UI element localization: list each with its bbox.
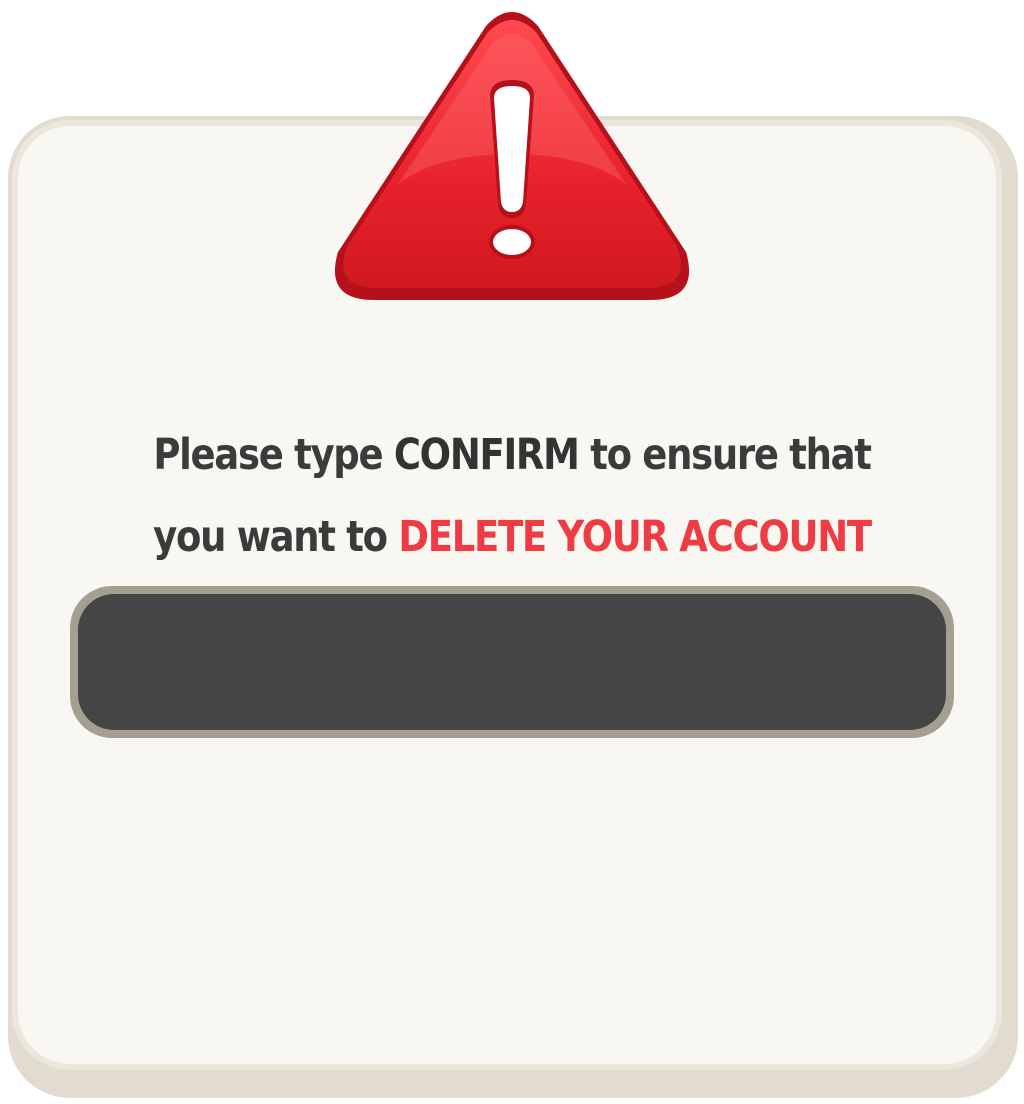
warning-triangle-icon — [334, 12, 690, 300]
confirm-message: Please type CONFIRM to ensure that you w… — [123, 414, 900, 578]
confirm-input-frame — [70, 586, 954, 738]
message-text-3: you want to — [153, 512, 399, 562]
message-text-2: to ensure that — [578, 430, 872, 480]
confirm-keyword: CONFIRM — [393, 430, 580, 480]
delete-account-warning: DELETE YOUR ACCOUNT — [398, 512, 872, 562]
message-text-1: Please type — [153, 430, 394, 480]
confirm-text-input[interactable] — [78, 594, 946, 730]
